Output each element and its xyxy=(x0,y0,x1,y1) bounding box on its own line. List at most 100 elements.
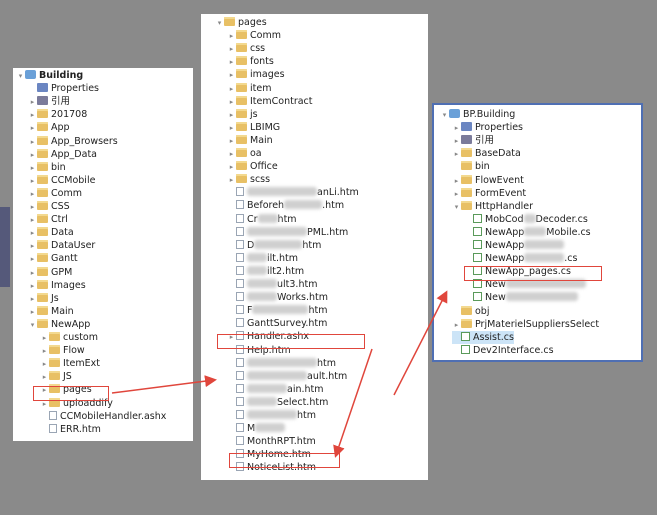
tree-item-mobcod[interactable]: MobCod Decoder.cs xyxy=(464,213,588,226)
tree-item-newapp[interactable]: ▾ NewApp xyxy=(28,318,90,331)
chevron-right-icon[interactable]: ▸ xyxy=(28,293,37,306)
chevron-right-icon[interactable]: ▸ xyxy=(227,96,236,109)
tree-item-app-data[interactable]: ▸ App_Data xyxy=(28,148,97,161)
tree-item-httphandler[interactable]: ▾ HttpHandler xyxy=(452,200,533,213)
tree-item-item[interactable]: ▸ 引用 xyxy=(452,134,494,147)
tree-item-gantt[interactable]: ▸ Gantt xyxy=(28,252,78,265)
tree-item-comm[interactable]: ▸ Comm xyxy=(28,187,82,200)
tree-item-bin[interactable]: ▸ bin xyxy=(28,161,66,174)
chevron-right-icon[interactable]: ▸ xyxy=(28,162,37,175)
tree-item-gpm[interactable]: ▸ GPM xyxy=(28,266,72,279)
chevron-right-icon[interactable]: ▸ xyxy=(452,148,461,161)
tree-item-f[interactable]: Fhtm xyxy=(227,304,327,317)
tree-item-main[interactable]: ▸ Main xyxy=(28,305,74,318)
tree-item-ilt2-htm[interactable]: ilt2.htm xyxy=(227,265,304,278)
tree-item-d[interactable]: Dhtm xyxy=(227,239,321,252)
tree-item-js[interactable]: ▸ js xyxy=(227,108,258,121)
chevron-right-icon[interactable]: ▸ xyxy=(227,122,236,135)
chevron-right-icon[interactable]: ▸ xyxy=(28,188,37,201)
chevron-right-icon[interactable]: ▸ xyxy=(452,135,461,148)
chevron-down-icon[interactable]: ▾ xyxy=(452,201,461,214)
tree-item-data[interactable]: ▸ Data xyxy=(28,226,74,239)
tree-item-oa[interactable]: ▸ oa xyxy=(227,147,262,160)
tree-item-item[interactable]: ▸ item xyxy=(227,82,271,95)
chevron-right-icon[interactable]: ▸ xyxy=(28,136,37,149)
chevron-right-icon[interactable]: ▸ xyxy=(227,148,236,161)
tree-item-anli-htm[interactable]: anLi.htm xyxy=(227,186,359,199)
chevron-right-icon[interactable]: ▸ xyxy=(227,135,236,148)
tree-item-comm[interactable]: ▸ Comm xyxy=(227,29,281,42)
chevron-right-icon[interactable]: ▸ xyxy=(28,109,37,122)
chevron-right-icon[interactable]: ▸ xyxy=(40,358,49,371)
chevron-right-icon[interactable]: ▸ xyxy=(40,332,49,345)
tree-item-bin[interactable]: bin xyxy=(452,160,490,173)
chevron-right-icon[interactable]: ▸ xyxy=(28,240,37,253)
tree-item-ult3-htm[interactable]: ult3.htm xyxy=(227,278,317,291)
chevron-right-icon[interactable]: ▸ xyxy=(28,149,37,162)
chevron-right-icon[interactable]: ▸ xyxy=(28,280,37,293)
tree-item-lbimg[interactable]: ▸ LBIMG xyxy=(227,121,280,134)
tree-item-main[interactable]: ▸ Main xyxy=(227,134,273,147)
tree-item-app[interactable]: ▸ App xyxy=(28,121,70,134)
tree-item-ault-htm[interactable]: ault.htm xyxy=(227,370,347,383)
tree-item-htm[interactable]: htm xyxy=(227,409,316,422)
tree-item-pml-htm[interactable]: PML.htm xyxy=(227,226,348,239)
tree-item-newapp[interactable]: NewApp .cs xyxy=(464,252,577,265)
chevron-right-icon[interactable]: ▸ xyxy=(452,319,461,332)
tree-item-scss[interactable]: ▸ scss xyxy=(227,173,270,186)
tree-item-dev2interface-cs[interactable]: Dev2Interface.cs xyxy=(452,344,554,357)
chevron-right-icon[interactable]: ▸ xyxy=(28,227,37,240)
tree-item-cr[interactable]: Cr htm xyxy=(227,213,297,226)
chevron-right-icon[interactable]: ▸ xyxy=(28,214,37,227)
chevron-right-icon[interactable]: ▸ xyxy=(28,201,37,214)
chevron-down-icon[interactable]: ▾ xyxy=(215,17,224,30)
chevron-right-icon[interactable]: ▸ xyxy=(28,306,37,319)
chevron-right-icon[interactable]: ▸ xyxy=(28,175,37,188)
tree-item-assist-cs[interactable]: Assist.cs xyxy=(452,330,514,344)
chevron-right-icon[interactable]: ▸ xyxy=(227,30,236,43)
chevron-right-icon[interactable]: ▸ xyxy=(40,371,49,384)
tree-item-pages[interactable]: ▾ pages xyxy=(215,16,267,29)
tree-item-ccmobilehandler-ashx[interactable]: CCMobileHandler.ashx xyxy=(40,410,166,423)
tree-item-custom[interactable]: ▸ custom xyxy=(40,331,98,344)
tree-item-newapp[interactable]: NewApp xyxy=(464,239,565,252)
tree-item-datauser[interactable]: ▸ DataUser xyxy=(28,239,95,252)
tree-item-js[interactable]: ▸ Js xyxy=(28,292,59,305)
tree-item-ganttsurvey-htm[interactable]: GanttSurvey.htm xyxy=(227,317,327,330)
tree-item-js[interactable]: ▸ JS xyxy=(40,370,72,383)
tree-item-bp-building[interactable]: ▾ BP.Building xyxy=(440,108,515,121)
tree-item-err-htm[interactable]: ERR.htm xyxy=(40,423,101,436)
tree-item-properties[interactable]: ▸ Properties xyxy=(452,121,523,134)
tree-item-images[interactable]: ▸ images xyxy=(227,68,285,81)
tree-item-itemcontract[interactable]: ▸ ItemContract xyxy=(227,95,313,108)
tree-item-monthrpt-htm[interactable]: MonthRPT.htm xyxy=(227,435,316,448)
chevron-right-icon[interactable]: ▸ xyxy=(28,253,37,266)
chevron-right-icon[interactable]: ▸ xyxy=(452,122,461,135)
tree-item-works-htm[interactable]: Works.htm xyxy=(227,291,328,304)
tree-item-new[interactable]: New xyxy=(464,291,578,304)
chevron-down-icon[interactable]: ▾ xyxy=(16,70,25,83)
tree-item-flow[interactable]: ▸ Flow xyxy=(40,344,85,357)
chevron-right-icon[interactable]: ▸ xyxy=(227,69,236,82)
chevron-right-icon[interactable]: ▸ xyxy=(227,161,236,174)
chevron-right-icon[interactable]: ▸ xyxy=(28,96,37,109)
chevron-right-icon[interactable]: ▸ xyxy=(452,175,461,188)
tree-item-newapp[interactable]: NewApp Mobile.cs xyxy=(464,226,591,239)
tree-item-fonts[interactable]: ▸ fonts xyxy=(227,55,274,68)
chevron-right-icon[interactable]: ▸ xyxy=(227,109,236,122)
tree-item-css[interactable]: ▸ css xyxy=(227,42,265,55)
tree-item-201708[interactable]: ▸ 201708 xyxy=(28,108,87,121)
tree-item-ain-htm[interactable]: ain.htm xyxy=(227,383,324,396)
tree-item-item[interactable]: ▸ 引用 xyxy=(28,95,70,108)
tree-item-ccmobile[interactable]: ▸ CCMobile xyxy=(28,174,95,187)
tree-item-css[interactable]: ▸ CSS xyxy=(28,200,70,213)
chevron-right-icon[interactable]: ▸ xyxy=(28,267,37,280)
tree-item-prjmaterielsuppliersselect[interactable]: ▸ PrjMaterielSuppliersSelect xyxy=(452,318,599,331)
chevron-right-icon[interactable]: ▸ xyxy=(452,188,461,201)
chevron-right-icon[interactable]: ▸ xyxy=(28,122,37,135)
tree-item-formevent[interactable]: ▸ FormEvent xyxy=(452,187,526,200)
tree-item-beforeh[interactable]: Beforeh .htm xyxy=(227,199,344,212)
tree-item-ilt-htm[interactable]: ilt.htm xyxy=(227,252,298,265)
tree-item-images[interactable]: ▸ Images xyxy=(28,279,86,292)
chevron-right-icon[interactable]: ▸ xyxy=(227,43,236,56)
